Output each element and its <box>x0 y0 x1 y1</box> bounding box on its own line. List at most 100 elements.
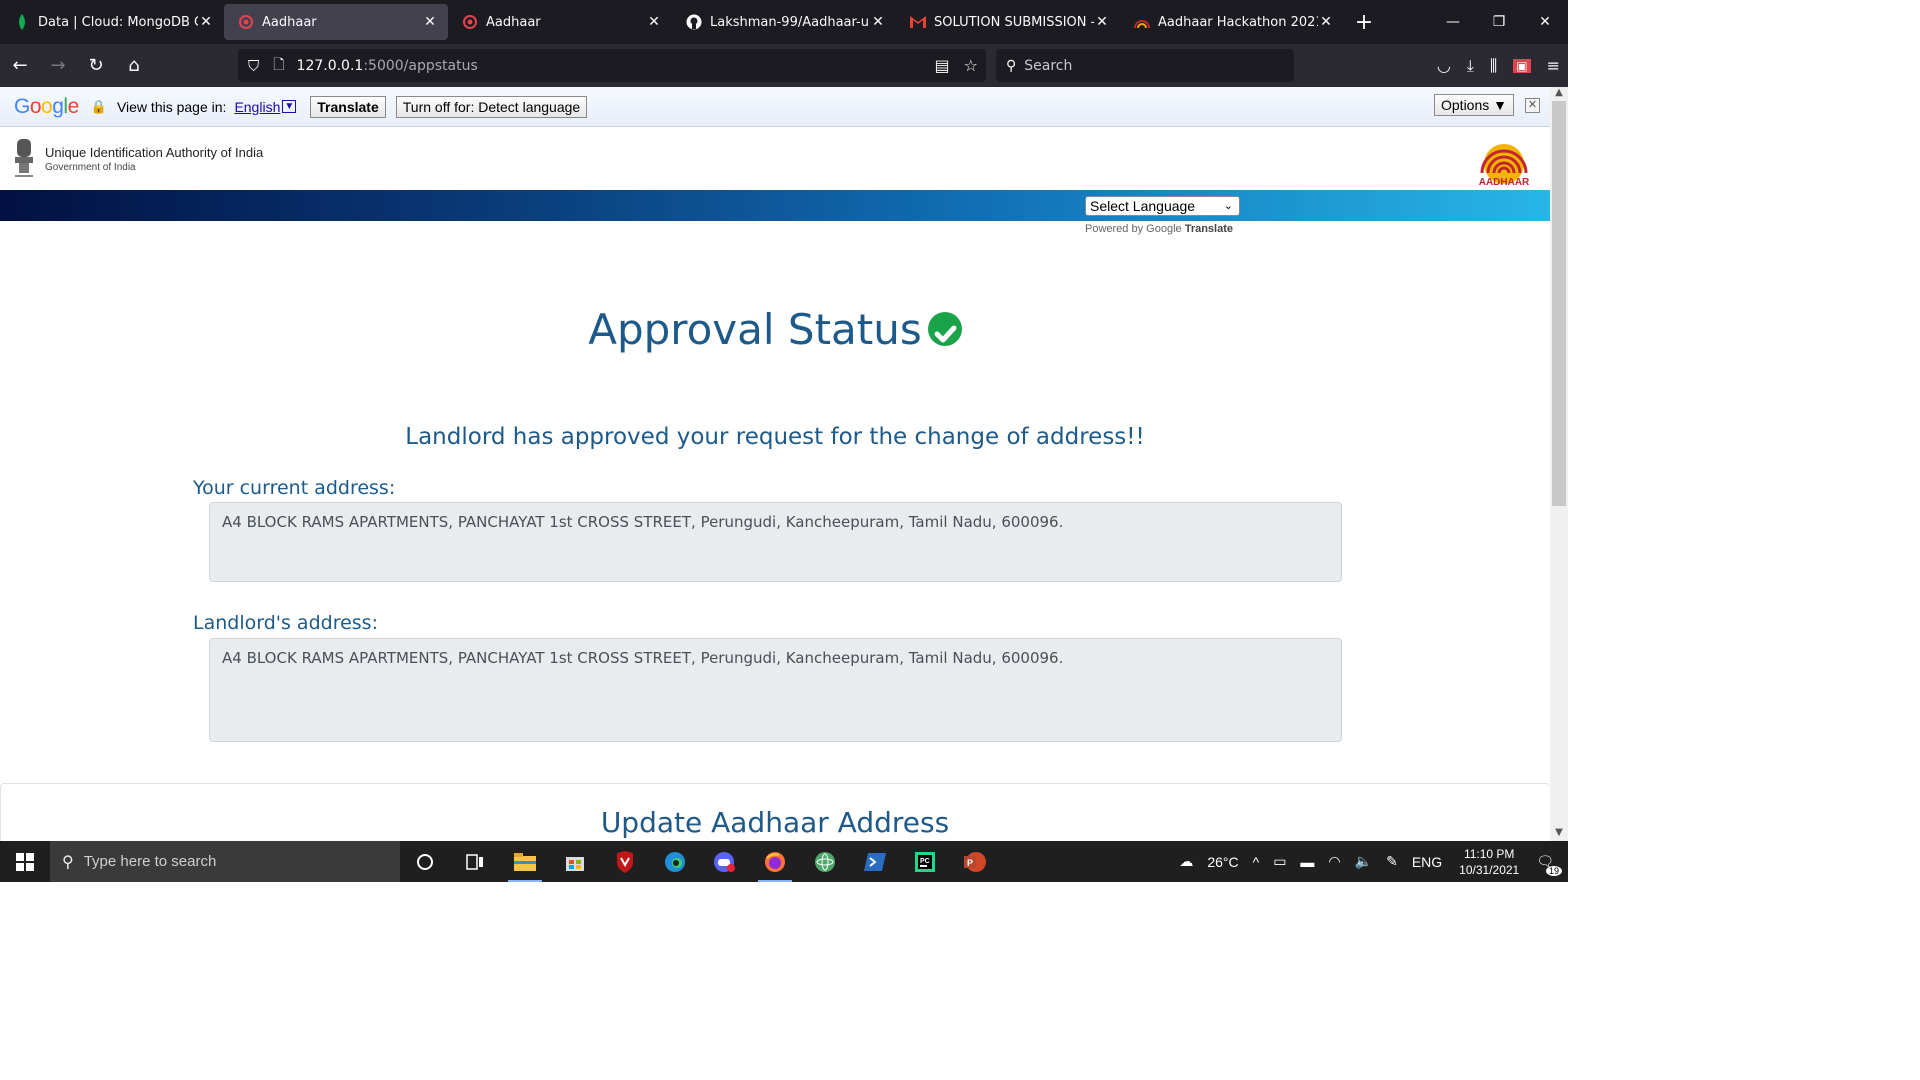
current-address-field[interactable]: A4 BLOCK RAMS APARTMENTS, PANCHAYAT 1st … <box>209 502 1342 582</box>
close-window-icon[interactable]: ✕ <box>1522 0 1568 44</box>
url-host: 127.0.0.1 <box>296 57 364 74</box>
close-icon[interactable]: ✕ <box>198 14 214 30</box>
google-translate-bar: Google 🔒 View this page in: English ▼ Tra… <box>0 87 1550 127</box>
system-clock[interactable]: 11:10 PM 10/31/2021 <box>1459 846 1519 878</box>
check-circle-icon <box>927 311 962 346</box>
site-header: Unique Identification Authority of India… <box>0 127 1550 190</box>
home-icon[interactable]: ⌂ <box>116 50 152 82</box>
close-icon[interactable]: ✕ <box>1318 14 1334 30</box>
download-icon[interactable]: ⤓ <box>1467 56 1474 76</box>
google-text: Google <box>1146 223 1182 235</box>
bookmark-star-icon[interactable]: ☆ <box>964 56 978 75</box>
approval-message: Landlord has approved your request for t… <box>405 424 1145 450</box>
close-icon[interactable]: ✕ <box>1525 98 1540 113</box>
turn-off-button[interactable]: Turn off for: Detect language <box>395 95 588 118</box>
svg-text:P: P <box>967 858 973 868</box>
system-tray: ☁ 26°C ^ ▭ ▬ ◠ 🔈 ✎ ENG 11:10 PM 10/31/20… <box>1172 841 1568 882</box>
chevron-up-icon[interactable]: ^ <box>1253 854 1260 870</box>
tab-title: Aadhaar Hackathon 2021 <box>1158 14 1318 30</box>
close-icon[interactable]: ✕ <box>1094 14 1110 30</box>
close-icon[interactable]: ✕ <box>646 14 662 30</box>
google-logo: Google <box>14 94 79 118</box>
meet-now-icon[interactable]: ▭ <box>1273 853 1286 870</box>
firefox-icon[interactable] <box>750 841 800 882</box>
clock-date: 10/31/2021 <box>1459 862 1520 877</box>
wifi-icon[interactable]: ◠ <box>1328 853 1340 870</box>
pycharm-icon[interactable]: PC <box>900 841 950 882</box>
volume-icon[interactable]: 🔈 <box>1355 853 1372 870</box>
mcafee-icon[interactable] <box>600 841 650 882</box>
taskbar-search-input[interactable]: ⚲ Type here to search <box>50 841 400 882</box>
input-language[interactable]: ENG <box>1412 854 1442 870</box>
svg-text:AADHAAR: AADHAAR <box>1479 177 1530 187</box>
shield-icon[interactable]: ⛉ <box>248 57 259 75</box>
powerpoint-icon[interactable]: P <box>950 841 1000 882</box>
tab-title: Aadhaar <box>262 14 317 30</box>
browser-nav-bar: ← → ↻ ⌂ ⛉ 🗋 127.0.0.1:5000/appstatus ▤ ☆… <box>0 44 1568 87</box>
tab-hackathon[interactable]: Aadhaar Hackathon 2021 ✕ <box>1120 4 1344 40</box>
select-language-label: Select Language <box>1090 198 1196 214</box>
tab-mongodb[interactable]: Data | Cloud: MongoDB Cloud ✕ <box>0 4 224 40</box>
tab-github[interactable]: Lakshman-99/Aadhaar-update ✕ <box>672 4 896 40</box>
edge-icon[interactable] <box>650 841 700 882</box>
dropdown-arrow-icon[interactable]: ▼ <box>282 100 297 113</box>
select-language-dropdown[interactable]: Select Language ⌄ <box>1085 196 1240 216</box>
scrollbar-thumb[interactable] <box>1552 101 1566 506</box>
windows-start-icon[interactable] <box>0 841 50 882</box>
microsoft-store-icon[interactable] <box>550 841 600 882</box>
chevron-down-icon: ⌄ <box>1223 200 1233 212</box>
update-address-title: Update Aadhaar Address <box>600 806 950 839</box>
aadhaar-icon <box>238 14 254 30</box>
github-icon <box>686 14 702 30</box>
reader-view-icon[interactable]: ▤ <box>935 56 950 75</box>
extension-icon[interactable]: ▣ <box>1513 58 1531 73</box>
tab-aadhaar[interactable]: Aadhaar ✕ <box>448 4 672 40</box>
discord-icon[interactable] <box>700 841 750 882</box>
national-emblem-icon <box>15 139 33 177</box>
powered-by-text: Powered by <box>1085 223 1144 235</box>
page-icon: 🗋 <box>273 56 285 73</box>
weather-icon[interactable]: ☁ <box>1179 853 1193 870</box>
translate-link[interactable]: Translate <box>1185 223 1233 235</box>
vertical-scrollbar[interactable]: ▲ ▼ <box>1550 87 1568 841</box>
language-dropdown[interactable]: English <box>234 99 280 115</box>
powered-by-google: Powered by Google Translate <box>1085 223 1233 235</box>
org-name: Unique Identification Authority of India <box>45 145 264 160</box>
search-input[interactable]: ⚲ Search <box>996 49 1294 82</box>
library-icon[interactable]: ⫼ <box>1490 56 1497 76</box>
atom-icon[interactable] <box>800 841 850 882</box>
tab-gmail[interactable]: SOLUTION SUBMISSION - slak ✕ <box>896 4 1120 40</box>
landlord-address-field[interactable]: A4 BLOCK RAMS APARTMENTS, PANCHAYAT 1st … <box>209 638 1342 742</box>
restore-icon[interactable]: ❐ <box>1476 0 1522 44</box>
reload-icon[interactable]: ↻ <box>78 50 114 82</box>
tab-title: Data | Cloud: MongoDB Cloud <box>38 14 198 30</box>
forward-icon[interactable]: → <box>40 50 76 82</box>
new-tab-button[interactable]: + <box>1344 4 1384 40</box>
file-explorer-icon[interactable] <box>500 841 550 882</box>
current-address-label: Your current address: <box>193 477 396 499</box>
menu-icon[interactable]: ≡ <box>1547 56 1560 75</box>
cortana-icon[interactable] <box>400 841 450 882</box>
pen-icon[interactable]: ✎ <box>1386 853 1398 870</box>
url-bar[interactable]: ⛉ 🗋 127.0.0.1:5000/appstatus ▤ ☆ <box>238 49 986 82</box>
close-icon[interactable]: ✕ <box>870 14 886 30</box>
gmail-icon <box>910 14 926 30</box>
temperature[interactable]: 26°C <box>1207 854 1238 870</box>
tab-aadhaar-active[interactable]: Aadhaar ✕ <box>224 4 448 40</box>
back-icon[interactable]: ← <box>2 50 38 82</box>
aadhaar-logo: AADHAAR <box>1479 144 1530 187</box>
scroll-down-icon[interactable]: ▼ <box>1550 827 1568 841</box>
minimize-icon[interactable]: — <box>1430 0 1476 44</box>
page-title-text: Approval Status <box>588 305 922 354</box>
battery-icon[interactable]: ▬ <box>1300 854 1314 870</box>
notification-icon[interactable]: 🗨 19 <box>1536 853 1562 876</box>
scroll-up-icon[interactable]: ▲ <box>1550 87 1568 101</box>
tab-title: Lakshman-99/Aadhaar-update <box>710 14 870 30</box>
search-icon: ⚲ <box>1006 57 1017 74</box>
translate-button[interactable]: Translate <box>310 95 386 118</box>
task-view-icon[interactable] <box>450 841 500 882</box>
close-icon[interactable]: ✕ <box>422 14 438 30</box>
pocket-icon[interactable]: ◡ <box>1437 56 1451 75</box>
options-button[interactable]: Options ▼ <box>1434 94 1514 116</box>
powershell-icon[interactable] <box>850 841 900 882</box>
